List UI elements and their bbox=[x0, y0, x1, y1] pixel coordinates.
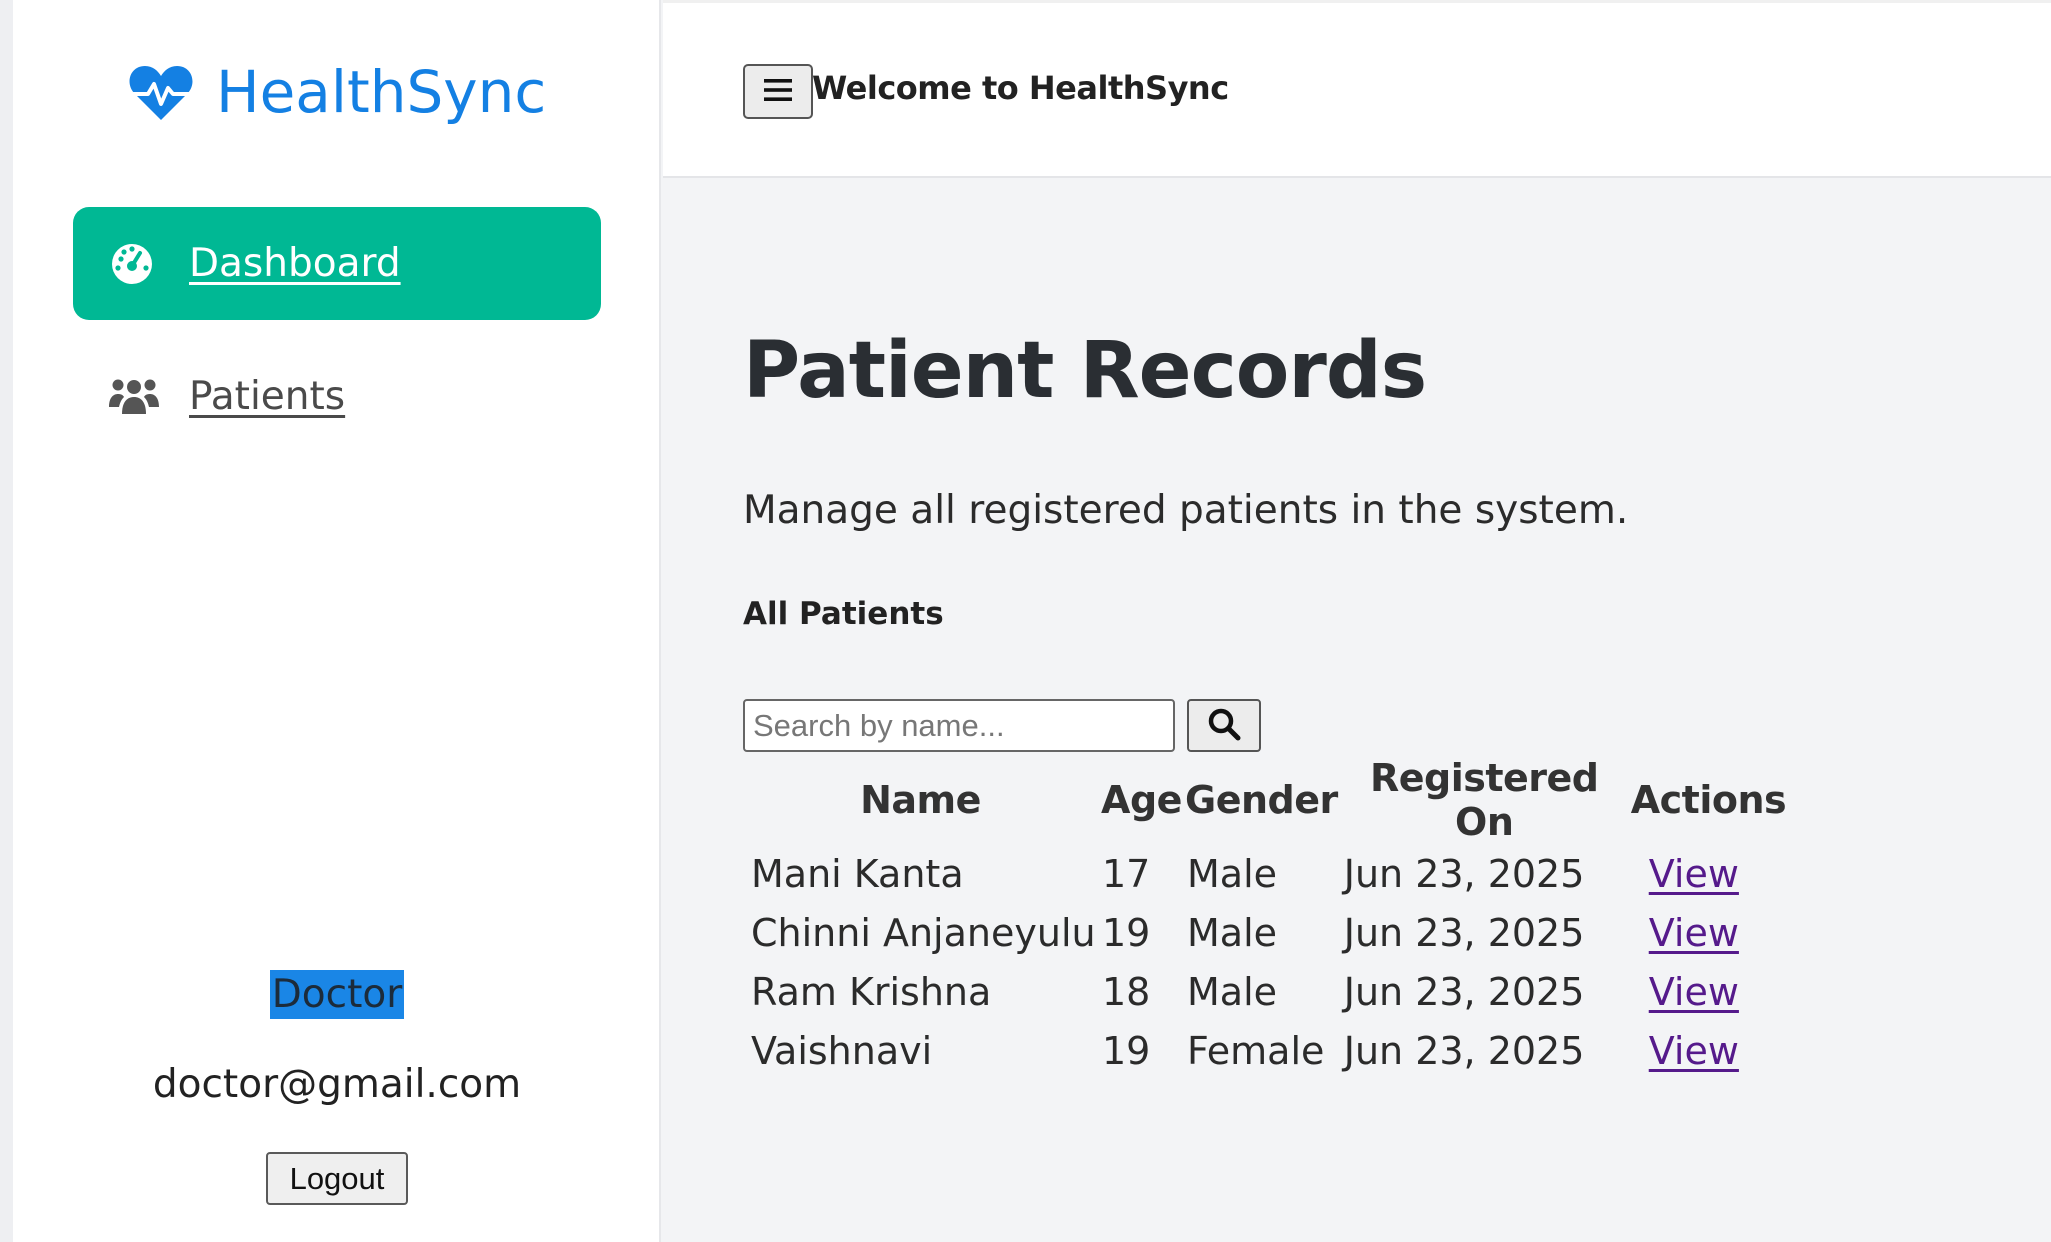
cell-actions: View bbox=[1631, 903, 1786, 962]
menu-toggle-button[interactable] bbox=[743, 64, 813, 119]
sidebar-item-label: Dashboard bbox=[189, 241, 401, 286]
sidebar-item-patients[interactable]: Patients bbox=[73, 340, 601, 453]
brand-logo: HealthSync bbox=[128, 58, 546, 126]
cell-actions: View bbox=[1631, 844, 1786, 903]
cell-actions: View bbox=[1631, 1021, 1786, 1080]
logout-button[interactable]: Logout bbox=[266, 1152, 408, 1205]
table-row: Vaishnavi 19 Female Jun 23, 2025 View bbox=[743, 1021, 1786, 1080]
cell-registered-on: Jun 23, 2025 bbox=[1343, 910, 1585, 955]
view-link[interactable]: View bbox=[1649, 970, 1739, 1014]
gauge-icon bbox=[109, 241, 155, 287]
users-icon bbox=[109, 374, 159, 420]
heartbeat-icon bbox=[128, 62, 194, 122]
user-role-text: Doctor bbox=[269, 970, 405, 1019]
left-gutter bbox=[0, 0, 13, 1242]
cell-gender: Female bbox=[1187, 1028, 1325, 1073]
brand-name: HealthSync bbox=[216, 58, 547, 126]
page-subtitle: Manage all registered patients in the sy… bbox=[743, 488, 1629, 533]
search-input[interactable] bbox=[743, 699, 1175, 752]
user-role: Doctor bbox=[13, 970, 661, 1019]
patients-table: Name Age Gender Registered On Actions Ma… bbox=[743, 756, 1787, 1080]
view-link[interactable]: View bbox=[1649, 911, 1739, 955]
sidebar-item-label: Patients bbox=[189, 374, 346, 419]
cell-registered-on: Jun 23, 2025 bbox=[1343, 851, 1585, 896]
cell-name: Mani Kanta bbox=[751, 851, 964, 896]
table-row: Mani Kanta 17 Male Jun 23, 2025 View bbox=[743, 844, 1786, 903]
cell-name: Chinni Anjaneyulu bbox=[751, 910, 1096, 955]
cell-gender: Male bbox=[1187, 851, 1278, 896]
cell-name: Ram Krishna bbox=[751, 969, 992, 1014]
table-header-row: Name Age Gender Registered On Actions bbox=[743, 756, 1787, 844]
search-button[interactable] bbox=[1187, 699, 1261, 752]
cell-age: 19 bbox=[1102, 910, 1151, 955]
welcome-text: Welcome to HealthSync bbox=[812, 69, 1229, 107]
cell-age: 19 bbox=[1102, 1028, 1151, 1073]
view-link[interactable]: View bbox=[1649, 1029, 1739, 1073]
cell-actions: View bbox=[1631, 962, 1786, 1021]
search-icon bbox=[1207, 707, 1241, 744]
cell-registered-on: Jun 23, 2025 bbox=[1343, 969, 1585, 1014]
cell-age: 18 bbox=[1102, 969, 1151, 1014]
section-title: All Patients bbox=[743, 596, 944, 632]
page-title: Patient Records bbox=[743, 326, 1427, 416]
table-row: Ram Krishna 18 Male Jun 23, 2025 View bbox=[743, 962, 1786, 1021]
view-link[interactable]: View bbox=[1649, 852, 1739, 896]
sidebar: HealthSync Dashboard Patients Doctor doc… bbox=[13, 0, 661, 1242]
cell-name: Vaishnavi bbox=[751, 1028, 933, 1073]
cell-gender: Male bbox=[1187, 969, 1278, 1014]
cell-age: 17 bbox=[1102, 851, 1151, 896]
sidebar-item-dashboard[interactable]: Dashboard bbox=[73, 207, 601, 320]
top-bar: Welcome to HealthSync bbox=[663, 0, 2051, 178]
column-header-registered-on: Registered On bbox=[1369, 756, 1599, 844]
cell-registered-on: Jun 23, 2025 bbox=[1343, 1028, 1585, 1073]
column-header-gender: Gender bbox=[1185, 778, 1338, 822]
table-row: Chinni Anjaneyulu 19 Male Jun 23, 2025 V… bbox=[743, 903, 1786, 962]
column-header-age: Age bbox=[1101, 778, 1182, 822]
column-header-name: Name bbox=[860, 778, 981, 822]
column-header-actions: Actions bbox=[1630, 778, 1787, 822]
user-email: doctor@gmail.com bbox=[152, 1062, 522, 1107]
hamburger-icon bbox=[763, 76, 793, 107]
cell-gender: Male bbox=[1187, 910, 1278, 955]
